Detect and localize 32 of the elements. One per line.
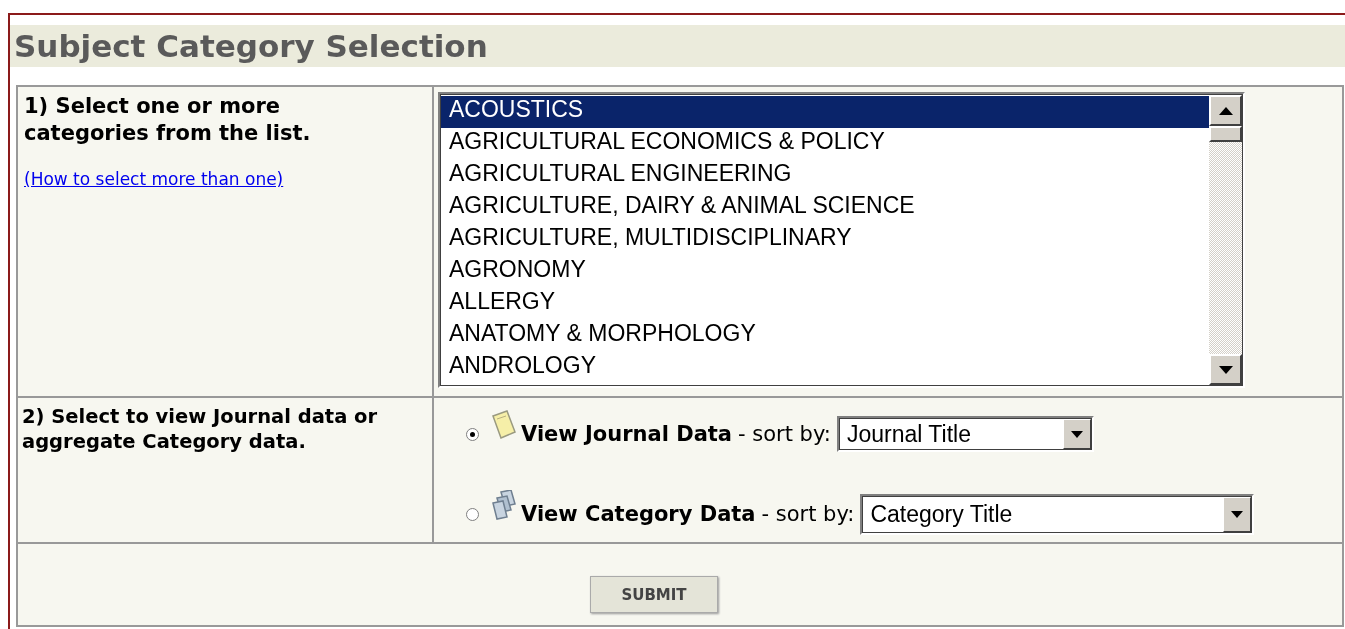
sort-dropdown[interactable]: Journal Title: [836, 416, 1094, 452]
radio-button[interactable]: [466, 427, 479, 441]
list-item[interactable]: AGRONOMY: [441, 256, 1209, 288]
option-label: View Category Data: [521, 502, 756, 526]
scroll-up-button[interactable]: [1209, 95, 1242, 126]
scrollbar[interactable]: [1209, 95, 1242, 385]
list-item[interactable]: ALLERGY: [441, 288, 1209, 320]
help-link[interactable]: (How to select more than one): [24, 169, 284, 189]
caret-icon: [1231, 510, 1244, 518]
document-icon: [491, 410, 517, 440]
sort-label: - sort by:: [761, 502, 855, 526]
list-item[interactable]: AGRICULTURE, DAIRY & ANIMAL SCIENCE: [441, 192, 1209, 224]
list-item[interactable]: ANDROLOGY: [441, 352, 1209, 384]
step-instruction: 1) Select one or more categories from the list.: [24, 93, 312, 147]
list-item[interactable]: AGRICULTURAL ECONOMICS & POLICY: [441, 128, 1209, 160]
option-label: View Journal Data: [521, 422, 733, 446]
up-arrow-icon: [1218, 106, 1233, 115]
list-item[interactable]: AGRICULTURAL ENGINEERING: [441, 160, 1209, 192]
list-item[interactable]: AGRICULTURE, MULTIDISCIPLINARY: [441, 224, 1209, 256]
documents-icon: [491, 490, 517, 520]
list-item[interactable]: ACOUSTICS: [441, 96, 1209, 128]
list-item[interactable]: ANATOMY & MORPHOLOGY: [441, 320, 1209, 352]
page-title: Subject Category Selection: [10, 25, 1345, 67]
radio-button[interactable]: [466, 507, 479, 521]
down-arrow-icon: [1218, 365, 1233, 374]
caret-icon: [1070, 430, 1083, 438]
scroll-down-button[interactable]: [1209, 354, 1242, 385]
step-instruction: 2) Select to view Journal data or aggregate Category data.: [22, 404, 379, 454]
sort-label: - sort by:: [738, 422, 831, 446]
scroll-thumb[interactable]: [1209, 126, 1242, 142]
submit-button[interactable]: SUBMIT: [590, 576, 718, 613]
sort-dropdown[interactable]: Category Title: [860, 493, 1255, 535]
